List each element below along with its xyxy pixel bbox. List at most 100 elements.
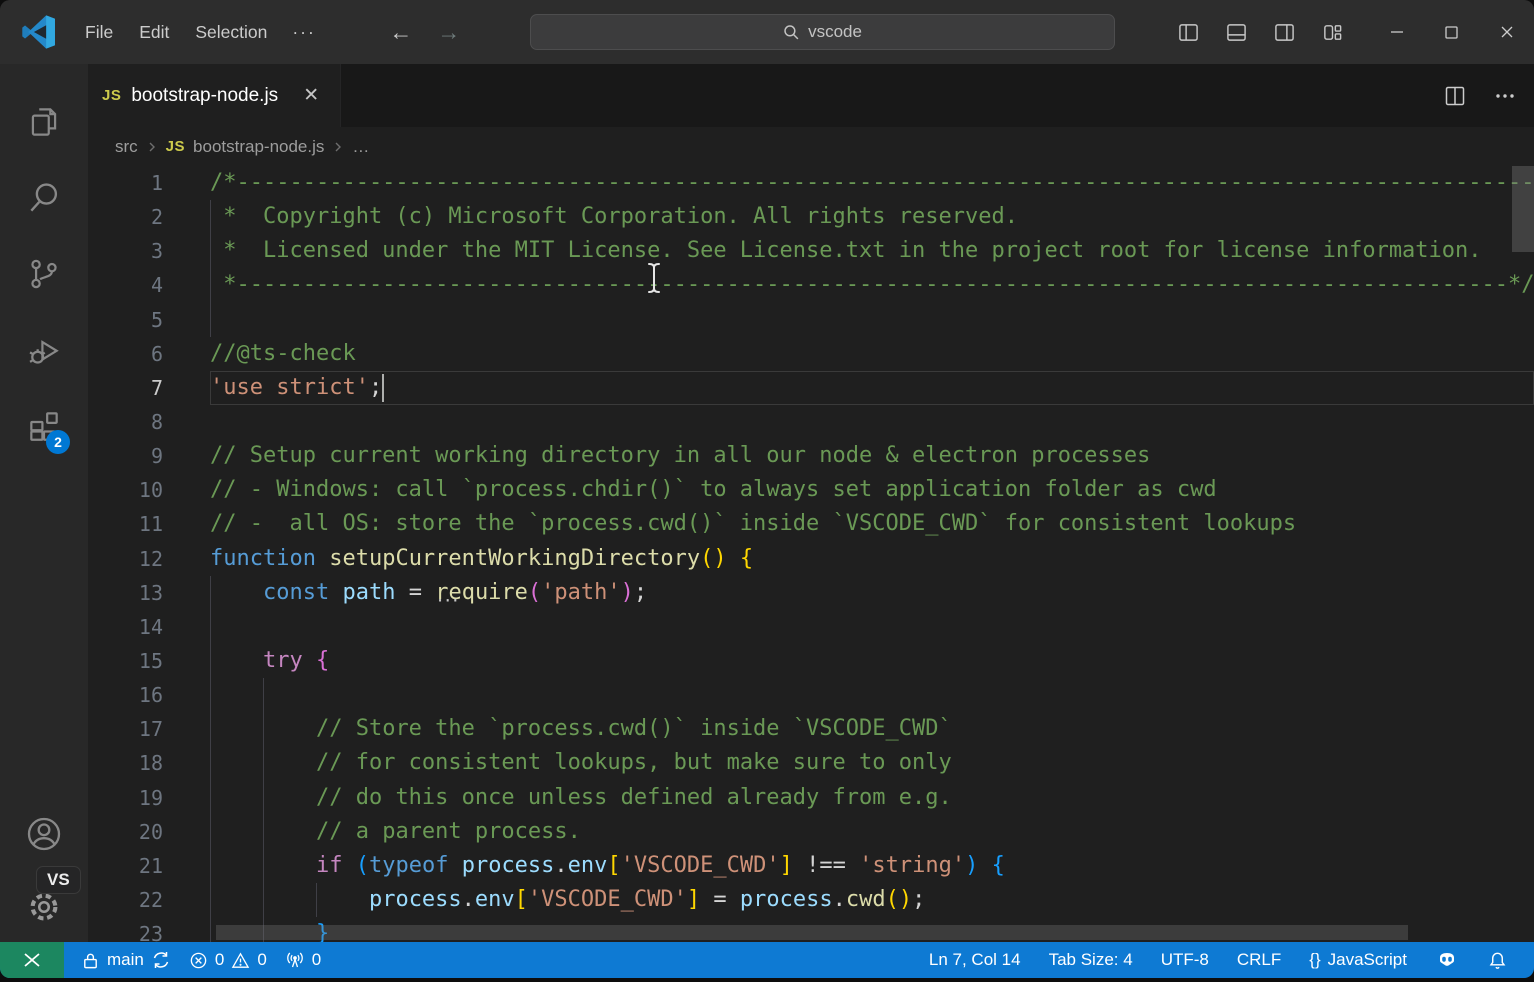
menu-selection[interactable]: Selection [182, 16, 280, 49]
split-editor-icon[interactable] [1444, 85, 1466, 107]
code-line-content[interactable]: //@ts-check [210, 337, 1534, 371]
line-number[interactable]: 17 [88, 712, 210, 746]
line-number[interactable]: 23 [88, 917, 210, 942]
minimize-button[interactable] [1369, 0, 1424, 64]
encoding-status[interactable]: UTF-8 [1147, 950, 1223, 970]
code-line-content[interactable]: // do this once unless defined already f… [210, 781, 1534, 815]
remote-indicator[interactable] [0, 942, 64, 978]
code-line[interactable]: 5 [88, 303, 1534, 337]
line-number[interactable]: 20 [88, 815, 210, 849]
code-line[interactable]: 7'use strict'; [88, 371, 1534, 405]
notifications-status[interactable] [1473, 950, 1522, 971]
sidebar-item-source-control[interactable] [12, 236, 76, 312]
customize-layout-icon[interactable] [1322, 22, 1343, 43]
toggle-primary-sidebar-icon[interactable] [1178, 22, 1199, 43]
line-number[interactable]: 5 [88, 303, 210, 337]
code-line[interactable]: 17 // Store the `process.cwd()` inside `… [88, 712, 1534, 746]
code-line-content[interactable]: process.env['VSCODE_CWD'] = process.cwd(… [210, 883, 1534, 917]
ports-status[interactable]: 0 [276, 950, 330, 970]
tab-close-icon[interactable]: ✕ [298, 83, 324, 109]
horizontal-scrollbar[interactable] [216, 925, 1408, 940]
code-line[interactable]: 6//@ts-check [88, 337, 1534, 371]
menu-file[interactable]: File [72, 16, 126, 49]
code-line-content[interactable]: // - all OS: store the `process.cwd()` i… [210, 507, 1534, 541]
menu-overflow-button[interactable]: ··· [280, 16, 327, 49]
code-line[interactable]: 9// Setup current working directory in a… [88, 439, 1534, 473]
code-line[interactable]: 21 if (typeof process.env['VSCODE_CWD'] … [88, 849, 1534, 883]
line-number[interactable]: 3 [88, 234, 210, 268]
code-line[interactable]: 19 // do this once unless defined alread… [88, 781, 1534, 815]
code-line[interactable]: 16 [88, 678, 1534, 712]
breadcrumb-folder[interactable]: src [115, 137, 138, 157]
code-line[interactable]: 3 * Licensed under the MIT License. See … [88, 234, 1534, 268]
code-line[interactable]: 10// - Windows: call `process.chdir()` t… [88, 473, 1534, 507]
code-line-content[interactable]: /*--------------------------------------… [210, 166, 1534, 200]
line-number[interactable]: 16 [88, 678, 210, 712]
code-line-content[interactable]: * Licensed under the MIT License. See Li… [210, 234, 1534, 268]
back-arrow-button[interactable]: ← [384, 15, 418, 49]
code-line-content[interactable] [210, 678, 1534, 712]
code-line-content[interactable]: function setupCurrentWorkingDirectory() … [210, 542, 1534, 576]
code-line[interactable]: 20 // a parent process. [88, 815, 1534, 849]
code-line-content[interactable] [210, 303, 1534, 337]
copilot-status[interactable] [1421, 948, 1473, 972]
code-editor[interactable]: 1/*-------------------------------------… [88, 166, 1534, 942]
eol-status[interactable]: CRLF [1223, 950, 1295, 970]
menu-edit[interactable]: Edit [126, 16, 182, 49]
line-number[interactable]: 7 [88, 371, 210, 405]
line-number[interactable]: 10 [88, 473, 210, 507]
more-actions-icon[interactable] [1494, 85, 1516, 107]
line-number[interactable]: 15 [88, 644, 210, 678]
line-number[interactable]: 18 [88, 746, 210, 780]
code-line[interactable]: 15 try { [88, 644, 1534, 678]
tab-bootstrap-node[interactable]: JS bootstrap-node.js ✕ [88, 64, 341, 127]
vertical-scrollbar[interactable] [1512, 166, 1534, 252]
code-line-content[interactable]: // - Windows: call `process.chdir()` to … [210, 473, 1534, 507]
cursor-position-status[interactable]: Ln 7, Col 14 [915, 950, 1035, 970]
code-line-content[interactable]: *---------------------------------------… [210, 268, 1534, 302]
line-number[interactable]: 13 [88, 576, 210, 610]
code-line[interactable]: 14 [88, 610, 1534, 644]
sidebar-item-explorer[interactable] [12, 84, 76, 160]
sidebar-item-run-debug[interactable] [12, 312, 76, 388]
line-number[interactable]: 1 [88, 166, 210, 200]
branch-status[interactable]: main [72, 950, 180, 970]
maximize-button[interactable] [1424, 0, 1479, 64]
code-line[interactable]: 12function setupCurrentWorkingDirectory(… [88, 542, 1534, 576]
code-line[interactable]: 1/*-------------------------------------… [88, 166, 1534, 200]
indentation-status[interactable]: Tab Size: 4 [1035, 950, 1147, 970]
code-line[interactable]: 18 // for consistent lookups, but make s… [88, 746, 1534, 780]
code-line[interactable]: 13 const path = require('path'); [88, 576, 1534, 610]
sidebar-item-extensions[interactable]: 2 [12, 388, 76, 464]
code-line-content[interactable]: // Store the `process.cwd()` inside `VSC… [210, 712, 1534, 746]
line-number[interactable]: 21 [88, 849, 210, 883]
code-line-content[interactable]: const path = require('path'); [210, 576, 1534, 610]
code-line[interactable]: 11// - all OS: store the `process.cwd()`… [88, 507, 1534, 541]
breadcrumb-symbol-more[interactable]: … [352, 137, 369, 157]
close-window-button[interactable] [1479, 0, 1534, 64]
line-number[interactable]: 11 [88, 507, 210, 541]
code-line[interactable]: 2 * Copyright (c) Microsoft Corporation.… [88, 200, 1534, 234]
problems-status[interactable]: 0 0 [180, 950, 276, 970]
code-line-content[interactable]: 'use strict'; [210, 371, 1534, 405]
code-line-content[interactable]: // Setup current working directory in al… [210, 439, 1534, 473]
command-center-search[interactable]: vscode [530, 14, 1115, 50]
sidebar-item-search[interactable] [12, 160, 76, 236]
code-line-content[interactable]: // for consistent lookups, but make sure… [210, 746, 1534, 780]
code-line-content[interactable]: * Copyright (c) Microsoft Corporation. A… [210, 200, 1534, 234]
line-number[interactable]: 9 [88, 439, 210, 473]
line-number[interactable]: 14 [88, 610, 210, 644]
code-line[interactable]: 8 [88, 405, 1534, 439]
line-number[interactable]: 19 [88, 781, 210, 815]
forward-arrow-button[interactable]: → [432, 15, 466, 49]
code-line[interactable]: 22 process.env['VSCODE_CWD'] = process.c… [88, 883, 1534, 917]
code-line[interactable]: 4 *-------------------------------------… [88, 268, 1534, 302]
toggle-panel-icon[interactable] [1226, 22, 1247, 43]
code-line-content[interactable] [210, 610, 1534, 644]
code-line-content[interactable]: try { [210, 644, 1534, 678]
line-number[interactable]: 12 [88, 542, 210, 576]
sidebar-item-account[interactable] [12, 796, 76, 872]
line-number[interactable]: 6 [88, 337, 210, 371]
line-number[interactable]: 4 [88, 268, 210, 302]
code-line-content[interactable]: // a parent process. [210, 815, 1534, 849]
